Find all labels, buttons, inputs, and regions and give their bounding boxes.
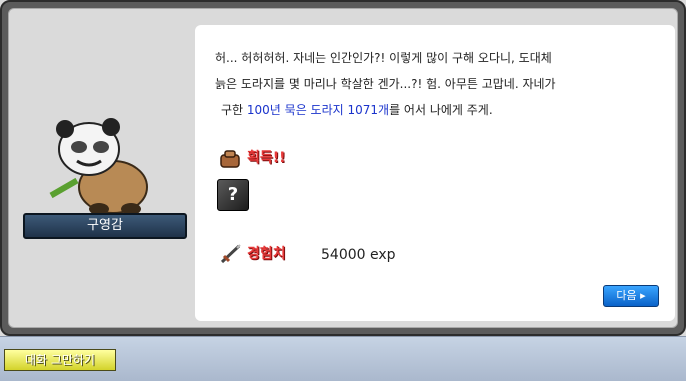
dialog-line-1: 허... 허허허허. 자네는 인간인가?! 이렇게 많이 구해 오다니, 도대체: [215, 51, 552, 65]
exp-value: 54000 exp: [321, 247, 396, 263]
bag-icon: [220, 150, 240, 168]
end-chat-button[interactable]: 대화 그만하기: [4, 349, 116, 371]
dialog-line-2: 늙은 도라지를 몇 마리나 학살한 겐가...?! 험. 아무튼 고맙네. 자네…: [215, 77, 556, 91]
dialog-line-3: 구한 100년 묵은 도라지 1071개를 어서 나에게 주게.: [215, 97, 669, 123]
dialog-inner-panel: 구영감 허... 허허허허. 자네는 인간인가?! 이렇게 많이 구해 오다니,…: [8, 8, 678, 328]
bottom-bar: 대화 그만하기: [0, 336, 686, 381]
npc-area: 구영감: [9, 9, 189, 327]
next-button[interactable]: 다음 ▸: [603, 285, 659, 307]
npc-dialog-window: 구영감 허... 허허허허. 자네는 인간인가?! 이렇게 많이 구해 오다니,…: [0, 0, 686, 336]
sword-icon: [220, 244, 241, 264]
exp-label: 경험치: [247, 246, 286, 262]
dialog-message: 허... 허허허허. 자네는 인간인가?! 이렇게 많이 구해 오다니, 도대체…: [215, 45, 669, 123]
obtain-label: 획득!!: [247, 150, 286, 166]
dialog-line-3-prefix: 구한: [221, 103, 247, 117]
panda-npc-icon: [49, 118, 148, 215]
npc-name-plate: 구영감: [23, 213, 187, 239]
dialog-line-3-suffix: 를 어서 나에게 주게.: [389, 103, 493, 117]
unknown-item-icon[interactable]: ?: [217, 179, 249, 211]
highlighted-item-text: 100년 묵은 도라지 1071개: [246, 103, 390, 117]
dialog-text-panel: 허... 허허허허. 자네는 인간인가?! 이렇게 많이 구해 오다니, 도대체…: [195, 25, 675, 321]
reward-section: 획득!! ? 경험치 54000 exp: [217, 145, 657, 285]
